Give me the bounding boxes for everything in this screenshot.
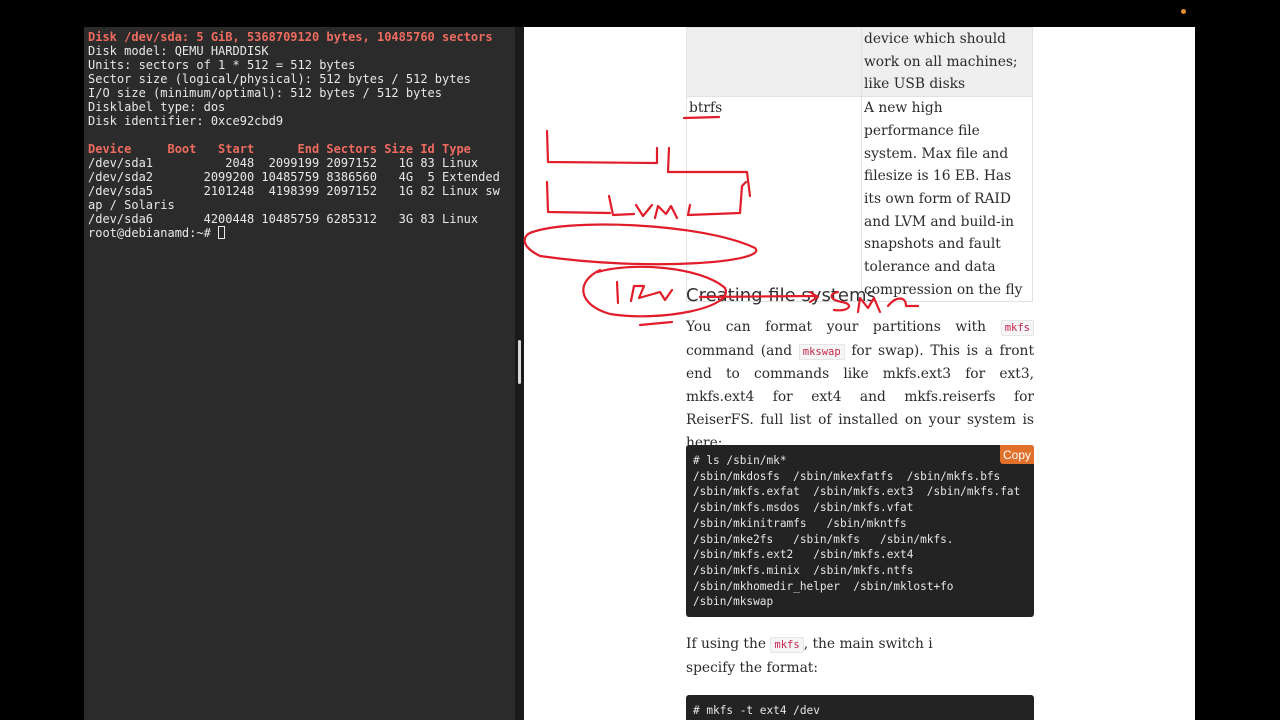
split-resize-handle[interactable] [518, 340, 521, 384]
partition-row: /dev/sda2 2099200 10485759 8386560 4G 5 … [88, 170, 500, 184]
text-span: specify the format: [686, 659, 818, 676]
partition-row: ap / Solaris [88, 198, 175, 212]
code-line: # mkfs -t ext4 /dev [693, 704, 820, 717]
code-block[interactable]: # mkfs -t ext4 /dev [686, 695, 1034, 720]
intro-paragraph: You can format your partitions with mkfs… [686, 316, 1034, 454]
prompt-text: root@debianamd:~# [88, 226, 219, 240]
fs-name-cell: btrfs [686, 96, 862, 303]
shell-prompt[interactable]: root@debianamd:~# [84, 226, 515, 240]
table-row: device which should work on all machines… [686, 27, 1033, 98]
disk-info-line: Disklabel type: dos [88, 100, 226, 114]
code-line: /sbin/mkinitramfs /sbin/mkntfs [693, 516, 907, 530]
code-line: /sbin/mkswap [693, 595, 774, 609]
fs-description-cell: device which should work on all machines… [861, 27, 1033, 98]
partition-row: /dev/sda5 2101248 4198399 2097152 1G 82 … [88, 184, 500, 198]
code-block[interactable]: # ls /sbin/mk* /sbin/mkdosfs /sbin/mkexf… [686, 445, 1034, 617]
browser-page: device which should work on all machines… [524, 27, 1195, 720]
copy-button[interactable]: Copy [999, 445, 1034, 464]
code-line: /sbin/mkfs.minix /sbin/mkfs.ntfs [693, 563, 914, 577]
section-heading: Creating file systems [686, 285, 876, 306]
filesystem-table: device which should work on all machines… [686, 27, 1033, 303]
disk-header-line: Disk /dev/sda: 5 GiB, 5368709120 bytes, … [88, 30, 493, 44]
code-line: /sbin/mke2fs /sbin/mkfs /sbin/mkfs. [693, 532, 954, 546]
code-line: /sbin/mkfs.exfat /sbin/mkfs.ext3 /sbin/m… [693, 485, 1021, 499]
inline-code-mkfs: mkfs [770, 637, 804, 653]
text-span: If using the [686, 636, 771, 652]
code-line: /sbin/mkfs.ext2 /sbin/mkfs.ext4 [693, 548, 914, 562]
disk-info-line: Sector size (logical/physical): 512 byte… [88, 72, 471, 86]
terminal-window[interactable]: Disk /dev/sda: 5 GiB, 5368709120 bytes, … [84, 27, 515, 720]
code-line: /sbin/mkhomedir_helper /sbin/mklost+fo [693, 579, 954, 593]
code-line: /sbin/mkfs.msdos /sbin/mkfs.vfat [693, 501, 914, 515]
fs-name-cell [686, 27, 862, 98]
text-span: , the main switch i [803, 636, 933, 652]
partition-row: /dev/sda1 2048 2099199 2097152 1G 83 Lin… [88, 156, 479, 170]
code-line: # ls /sbin/mk* [693, 454, 787, 467]
terminal-cursor [218, 226, 226, 239]
inline-code-mkfs: mkfs [1000, 320, 1034, 336]
table-row: btrfs A new high performance file system… [686, 96, 1033, 303]
text-span: You can format your partitions with [686, 319, 1001, 335]
partition-table-header: Device Boot Start End Sectors Size Id Ty… [88, 142, 471, 156]
inline-code-mkswap: mkswap [798, 343, 845, 360]
recording-indicator-icon [1181, 9, 1186, 14]
disk-info-line: I/O size (minimum/optimal): 512 bytes / … [88, 86, 443, 100]
partition-row: /dev/sda6 4200448 10485759 6285312 3G 83… [88, 212, 479, 226]
disk-info-line: Disk identifier: 0xce92cbd9 [88, 114, 284, 128]
text-span: command (and [686, 342, 799, 359]
disk-info-line: Units: sectors of 1 * 512 = 512 bytes [88, 58, 356, 72]
code-line: /sbin/mkdosfs /sbin/mkexfatfs /sbin/mkfs… [693, 469, 1001, 483]
fs-description-cell: A new high performance file system. Max … [861, 96, 1033, 303]
paragraph: If using the mkfs, the main switch i spec… [686, 633, 1034, 679]
disk-info-line: Disk model: QEMU HARDDISK [88, 44, 269, 58]
